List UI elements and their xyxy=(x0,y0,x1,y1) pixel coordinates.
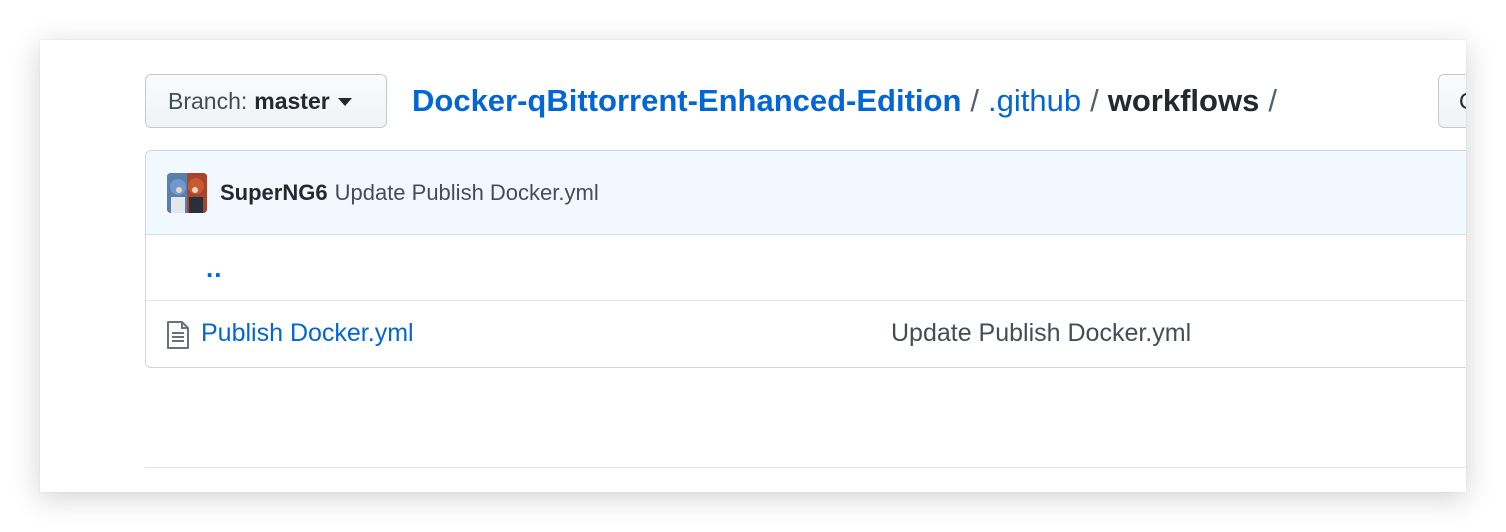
file-icon xyxy=(167,321,189,349)
commit-message[interactable]: Update Publish Docker.yml xyxy=(335,180,599,206)
table-row: Publish Docker.yml Update Publish Docker… xyxy=(146,301,1466,367)
breadcrumb-separator: / xyxy=(1090,83,1099,118)
commit-author[interactable]: SuperNG6 xyxy=(220,180,328,206)
create-file-label: C xyxy=(1459,88,1466,114)
avatar[interactable] xyxy=(167,172,207,213)
repo-panel: Branch: master Docker-qBittorrent-Enhanc… xyxy=(40,40,1466,492)
branch-prefix: Branch: xyxy=(168,87,248,114)
breadcrumb-separator: / xyxy=(970,83,980,118)
latest-commit-bar: SuperNG6 Update Publish Docker.yml xyxy=(146,151,1466,235)
table-row-parent: .. xyxy=(146,235,1466,301)
file-name-link[interactable]: Publish Docker.yml xyxy=(201,319,414,348)
caret-down-icon xyxy=(337,98,352,106)
breadcrumb: Docker-qBittorrent-Enhanced-Edition / .g… xyxy=(412,80,1286,122)
breadcrumb-github-link[interactable]: .github xyxy=(988,83,1081,119)
file-commit-message[interactable]: Update Publish Docker.yml xyxy=(891,319,1191,348)
breadcrumb-current: workflows xyxy=(1107,83,1260,118)
branch-selector-button[interactable]: Branch: master xyxy=(145,74,387,128)
parent-directory-link[interactable]: .. xyxy=(206,253,222,284)
branch-name: master xyxy=(254,87,330,114)
create-file-button[interactable]: C xyxy=(1438,74,1466,128)
breadcrumb-repo-link[interactable]: Docker-qBittorrent-Enhanced-Edition xyxy=(412,83,961,119)
file-table: SuperNG6 Update Publish Docker.yml .. Pu… xyxy=(145,150,1466,368)
divider xyxy=(145,467,1466,468)
breadcrumb-separator: / xyxy=(1268,83,1277,118)
